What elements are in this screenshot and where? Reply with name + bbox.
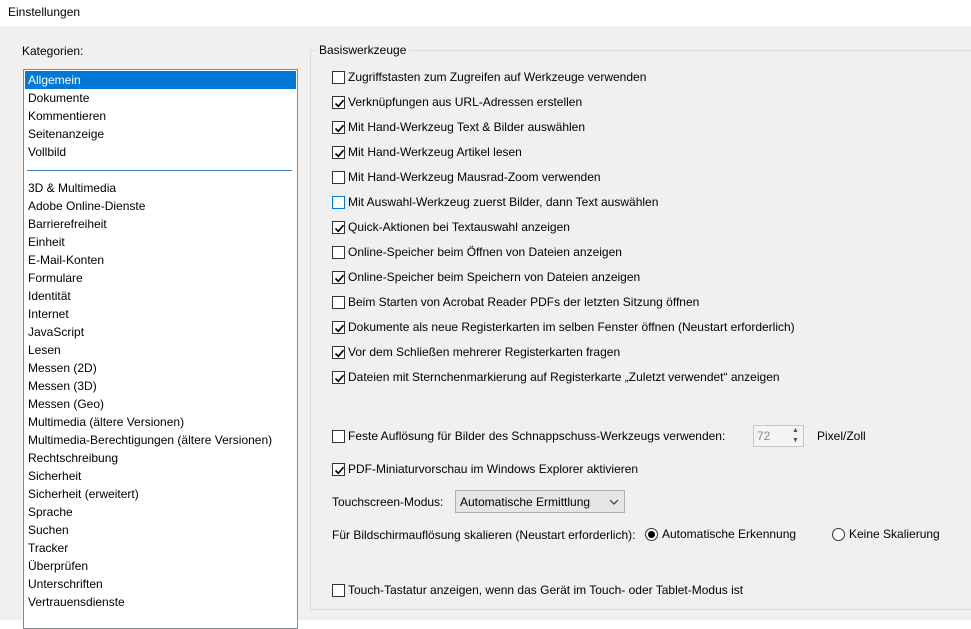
checkbox-box[interactable]: [332, 196, 345, 209]
category-item[interactable]: Unterschriften: [25, 575, 296, 593]
category-item[interactable]: Rechtschreibung: [25, 449, 296, 467]
category-item[interactable]: Vertrauensdienste: [25, 593, 296, 611]
checkbox-label: Beim Starten von Acrobat Reader PDFs der…: [348, 295, 700, 309]
category-item[interactable]: E-Mail-Konten: [25, 251, 296, 269]
checkbox-box[interactable]: [332, 321, 345, 334]
categories-list[interactable]: Allgemein Dokumente Kommentieren Seitenanze…: [23, 69, 298, 629]
window-title: Einstellungen: [8, 5, 81, 19]
categories-label: Kategorien:: [22, 44, 84, 58]
resolution-unit: Pixel/Zoll: [817, 429, 866, 443]
checkbox-label: Dateien mit Sternchenmarkierung auf Regi…: [348, 370, 780, 384]
category-item[interactable]: Seitenanzeige: [25, 125, 296, 143]
category-item[interactable]: Sicherheit (erweitert): [25, 485, 296, 503]
resolution-value[interactable]: 72: [757, 429, 770, 443]
category-item[interactable]: Tracker: [25, 539, 296, 557]
checkbox-box[interactable]: [332, 463, 345, 476]
preferences-dialog: Kategorien: Allgemein Dokumente Kommentier…: [0, 26, 971, 629]
radio-button[interactable]: [645, 528, 658, 541]
title-bar: Einstellungen: [0, 0, 971, 26]
spin-down-icon[interactable]: ▼: [788, 436, 803, 446]
checkbox-box[interactable]: [332, 171, 345, 184]
category-item[interactable]: Messen (Geo): [25, 395, 296, 413]
checkbox-box[interactable]: [332, 296, 345, 309]
resolution-spinbox[interactable]: 72 ▲ ▼: [753, 425, 804, 447]
checkbox-label: Feste Auflösung für Bilder des Schnappsc…: [348, 429, 726, 443]
checkbox-box[interactable]: [332, 584, 345, 597]
checkbox-box[interactable]: [332, 96, 345, 109]
category-item[interactable]: Sicherheit: [25, 467, 296, 485]
checkbox-box[interactable]: [332, 346, 345, 359]
checkbox-label: Zugriffstasten zum Zugreifen auf Werkzeu…: [348, 70, 647, 84]
checkbox-box[interactable]: [332, 371, 345, 384]
category-item[interactable]: Kommentieren: [25, 107, 296, 125]
checkbox-box[interactable]: [332, 271, 345, 284]
chevron-down-icon: [609, 496, 619, 510]
checkbox-box[interactable]: [332, 246, 345, 259]
category-item[interactable]: Allgemein: [25, 71, 296, 89]
radio-selected-dot: [648, 531, 655, 538]
scaling-label: Für Bildschirmauflösung skalieren (Neust…: [332, 528, 636, 542]
radio-label: Keine Skalierung: [849, 527, 940, 541]
category-item[interactable]: Sprache: [25, 503, 296, 521]
radio-label: Automatische Erkennung: [662, 527, 797, 541]
categories-separator: [27, 170, 292, 171]
category-item[interactable]: Suchen: [25, 521, 296, 539]
checkbox-label: Online-Speicher beim Speichern von Datei…: [348, 270, 641, 284]
touchscreen-mode-select[interactable]: Automatische Ermittlung: [455, 490, 625, 513]
category-item[interactable]: Messen (2D): [25, 359, 296, 377]
touchscreen-mode-value: Automatische Ermittlung: [460, 495, 591, 509]
category-item[interactable]: Lesen: [25, 341, 296, 359]
checkbox-label: Vor dem Schließen mehrerer Registerkarte…: [348, 345, 621, 359]
category-item[interactable]: Multimedia-Berechtigungen (ältere Versio…: [25, 431, 296, 449]
category-item[interactable]: Multimedia (ältere Versionen): [25, 413, 296, 431]
category-item[interactable]: Internet: [25, 305, 296, 323]
spin-up-icon[interactable]: ▲: [788, 426, 803, 436]
category-item[interactable]: Formulare: [25, 269, 296, 287]
checkbox-label: Verknüpfungen aus URL-Adressen erstellen: [348, 95, 583, 109]
checkbox-box[interactable]: [332, 146, 345, 159]
category-item[interactable]: JavaScript: [25, 323, 296, 341]
checkbox-label: Mit Hand-Werkzeug Mausrad-Zoom verwenden: [348, 170, 601, 184]
radio-button[interactable]: [832, 528, 845, 541]
checkbox-box[interactable]: [332, 430, 345, 443]
category-item[interactable]: Überprüfen: [25, 557, 296, 575]
checkbox-box[interactable]: [332, 121, 345, 134]
checkbox-label: Dokumente als neue Registerkarten im sel…: [348, 320, 795, 334]
checkbox-box[interactable]: [332, 71, 345, 84]
category-item[interactable]: Einheit: [25, 233, 296, 251]
checkbox-label: Quick-Aktionen bei Textauswahl anzeigen: [348, 220, 570, 234]
category-item[interactable]: Identität: [25, 287, 296, 305]
category-item[interactable]: Adobe Online-Dienste: [25, 197, 296, 215]
category-item[interactable]: Dokumente: [25, 89, 296, 107]
group-title: Basiswerkzeuge: [316, 43, 410, 57]
touchscreen-label: Touchscreen-Modus:: [332, 495, 444, 509]
checkbox-label: Online-Speicher beim Öffnen von Dateien …: [348, 245, 622, 259]
category-item[interactable]: 3D & Multimedia: [25, 179, 296, 197]
checkbox-label: PDF-Miniaturvorschau im Windows Explorer…: [348, 462, 639, 476]
checkbox-label: Mit Hand-Werkzeug Artikel lesen: [348, 145, 522, 159]
checkbox-label: Touch-Tastatur anzeigen, wenn das Gerät …: [348, 583, 744, 597]
category-item[interactable]: Barrierefreiheit: [25, 215, 296, 233]
checkbox-label: Mit Hand-Werkzeug Text & Bilder auswähle…: [348, 120, 585, 134]
checkbox-label: Mit Auswahl-Werkzeug zuerst Bilder, dann…: [348, 195, 659, 209]
category-item[interactable]: Vollbild: [25, 143, 296, 161]
category-item[interactable]: Messen (3D): [25, 377, 296, 395]
checkbox-box[interactable]: [332, 221, 345, 234]
